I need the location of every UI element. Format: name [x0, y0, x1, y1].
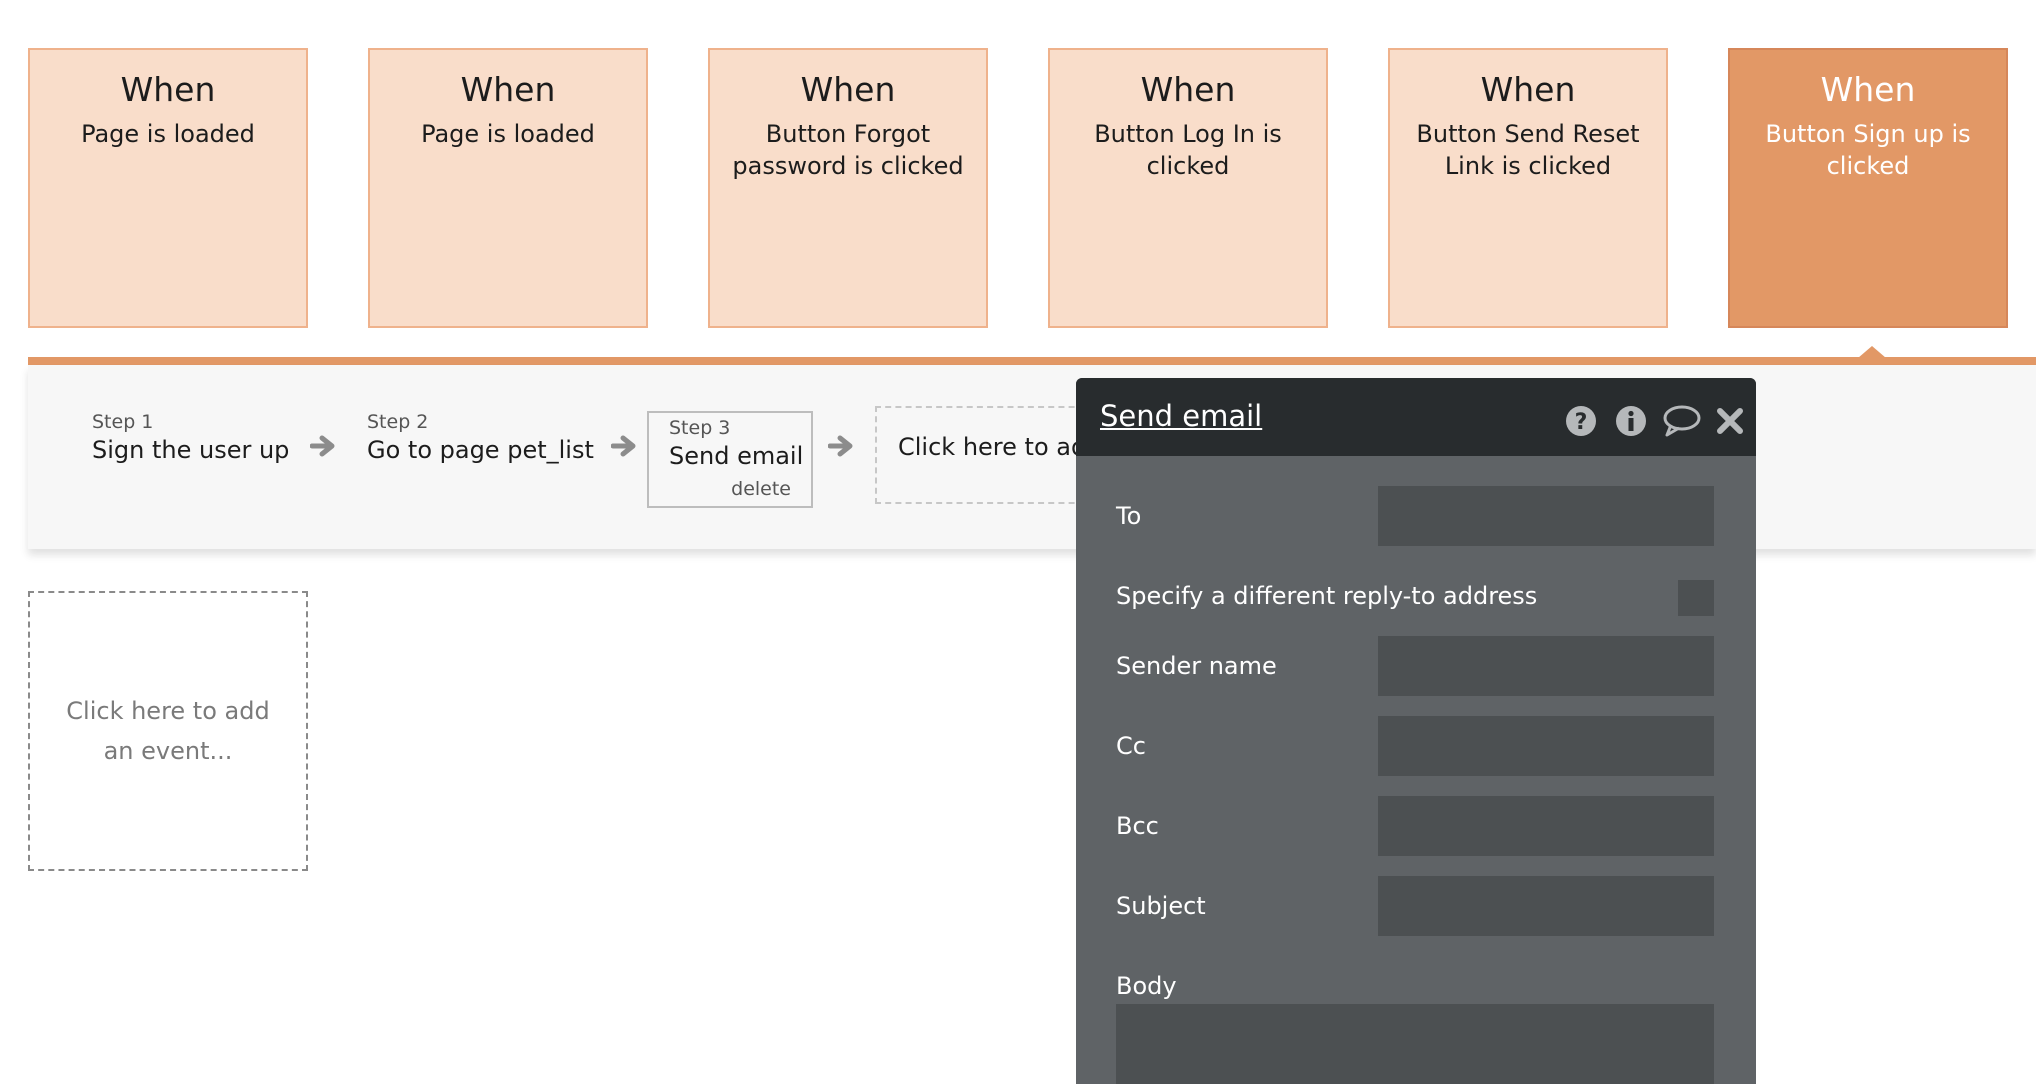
step-number: Step 3: [669, 417, 731, 439]
step-name: Sign the user up: [92, 436, 290, 464]
add-event-label: Click here to add an event...: [66, 697, 270, 765]
event-when-label: When: [120, 70, 216, 109]
body-label: Body: [1116, 972, 1177, 1000]
event-card-send-reset-link[interactable]: When Button Send Reset Link is clicked: [1388, 48, 1668, 328]
step-name: Send email: [669, 442, 804, 470]
add-event-button[interactable]: Click here to add an event...: [28, 591, 308, 871]
help-icon[interactable]: ?: [1564, 404, 1598, 438]
to-label: To: [1116, 502, 1142, 530]
step-1[interactable]: Step 1 Sign the user up: [92, 410, 289, 466]
step-3-selected[interactable]: Step 3 Send email delete: [647, 411, 813, 508]
arrow-right-icon: [310, 435, 335, 457]
arrow-right-icon: [828, 435, 853, 457]
step-2[interactable]: Step 2 Go to page pet_list: [367, 410, 594, 466]
workflow-canvas: When Page is loaded When Page is loaded …: [0, 0, 2036, 1084]
reply-to-label: Specify a different reply-to address: [1116, 582, 1538, 610]
event-description: Button Log In is clicked: [1094, 120, 1282, 180]
event-when-label: When: [1480, 70, 1576, 109]
event-description: Page is loaded: [81, 120, 255, 148]
add-action-button[interactable]: Click here to add an action...: [875, 406, 1095, 504]
sender-name-label: Sender name: [1116, 652, 1277, 680]
event-when-label: When: [460, 70, 556, 109]
reply-to-checkbox[interactable]: [1678, 580, 1714, 616]
info-icon[interactable]: [1614, 404, 1648, 438]
bcc-label: Bcc: [1116, 812, 1159, 840]
event-description: Page is loaded: [421, 120, 595, 148]
event-card-log-in[interactable]: When Button Log In is clicked: [1048, 48, 1328, 328]
event-when-label: When: [800, 70, 896, 109]
arrow-right-icon: [611, 435, 636, 457]
event-card-page-loaded-2[interactable]: When Page is loaded: [368, 48, 648, 328]
event-card-page-loaded-1[interactable]: When Page is loaded: [28, 48, 308, 328]
step-number: Step 1: [92, 411, 154, 433]
event-description: Button Forgot password is clicked: [732, 120, 964, 180]
event-when-label: When: [1820, 70, 1916, 109]
event-when-label: When: [1140, 70, 1236, 109]
event-card-sign-up[interactable]: When Button Sign up is clicked: [1728, 48, 2008, 328]
to-field[interactable]: [1378, 486, 1714, 546]
event-card-forgot-password[interactable]: When Button Forgot password is clicked: [708, 48, 988, 328]
event-description: Button Send Reset Link is clicked: [1416, 120, 1640, 180]
bcc-field[interactable]: [1378, 796, 1714, 856]
subject-label: Subject: [1116, 892, 1206, 920]
send-email-property-editor: Send email ? To Specify a different repl…: [1076, 378, 1756, 1084]
editor-header: Send email ?: [1076, 378, 1756, 456]
actions-accent-bar: [28, 357, 2036, 365]
subject-field[interactable]: [1378, 876, 1714, 936]
step-number: Step 2: [367, 411, 429, 433]
event-description: Button Sign up is clicked: [1765, 120, 1971, 180]
sender-name-field[interactable]: [1378, 636, 1714, 696]
comment-icon[interactable]: [1662, 404, 1702, 438]
cc-field[interactable]: [1378, 716, 1714, 776]
close-icon[interactable]: [1716, 407, 1744, 435]
delete-step-link[interactable]: delete: [731, 478, 791, 500]
cc-label: Cc: [1116, 732, 1146, 760]
body-field[interactable]: [1116, 1004, 1714, 1084]
step-name: Go to page pet_list: [367, 436, 594, 464]
editor-title-link[interactable]: Send email: [1100, 399, 1262, 433]
svg-text:?: ?: [1575, 410, 1588, 435]
